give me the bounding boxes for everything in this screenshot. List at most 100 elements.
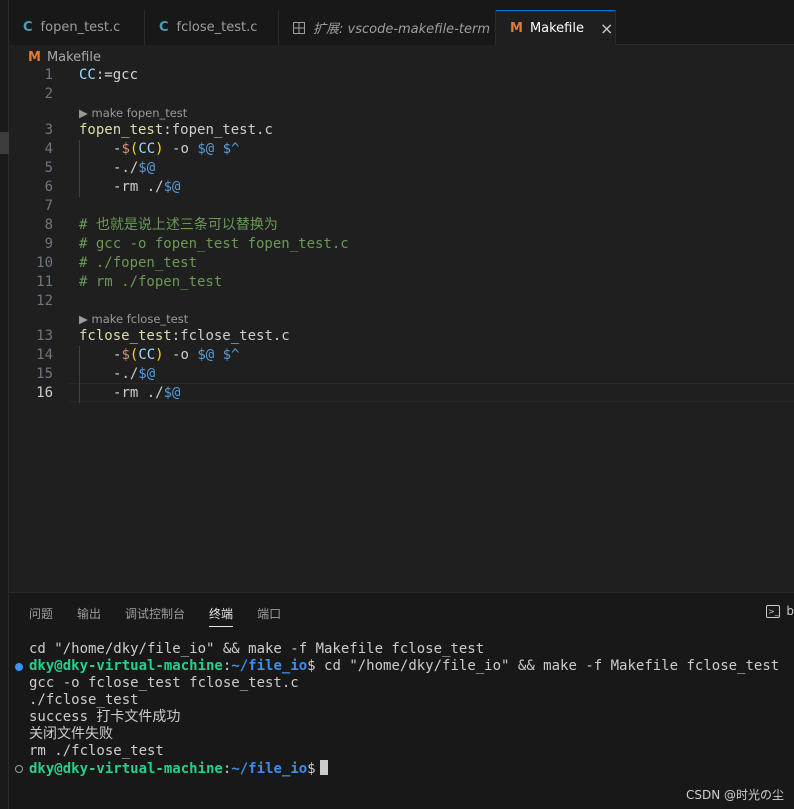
code-line: -$(CC) -o $@ $^: [113, 346, 239, 365]
line-number: 2: [44, 86, 53, 102]
code-comment: # ./fopen_test: [79, 255, 198, 271]
bottom-panel: 问题 输出 调试控制台 终端 端口 >_ b cd "/home/dky/fil…: [9, 592, 794, 809]
token-command: ./: [121, 366, 139, 382]
c-file-icon: C: [159, 20, 169, 35]
terminal-prompt-line: dky@dky-virtual-machine:~/file_io$ cd "/…: [15, 658, 780, 675]
token-variable: CC: [138, 347, 156, 363]
terminal-line: gcc -o fclose_test fclose_test.c: [29, 675, 299, 691]
token-dollar: $: [121, 347, 130, 363]
tab-fopen-test-c[interactable]: C fopen_test.c: [9, 10, 145, 45]
token-autovar: $^: [222, 141, 240, 157]
code-line: CC:=gcc: [79, 66, 138, 85]
terminal-line: ./fclose_test: [29, 692, 139, 708]
editor-tab-bar: C fopen_test.c C fclose_test.c 扩展: vscod…: [9, 0, 794, 45]
token-prereq: fopen_test.c: [171, 122, 273, 138]
terminal-line: 关闭文件失败: [29, 726, 113, 742]
token-autovar: $@: [138, 366, 156, 382]
line-number: 1: [44, 67, 53, 83]
tab-label: 扩展: vscode-makefile-term: [313, 22, 490, 37]
close-icon[interactable]: ×: [600, 19, 613, 38]
code-line: fopen_test:fopen_test.c: [79, 121, 273, 140]
command-status-dot-icon[interactable]: [15, 765, 23, 773]
terminal-output[interactable]: cd "/home/dky/file_io" && make -f Makefi…: [15, 641, 780, 777]
code-comment: # rm ./fopen_test: [79, 274, 223, 290]
tab-makefile[interactable]: M Makefile ×: [496, 10, 616, 45]
command-status-dot-icon[interactable]: [15, 663, 23, 671]
line-number: 14: [36, 347, 53, 363]
c-file-icon: C: [23, 20, 33, 35]
code-comment: # gcc -o fopen_test fopen_test.c: [79, 236, 349, 252]
panel-tabs: 问题 输出 调试控制台 终端 端口: [29, 605, 305, 627]
activity-gutter: [0, 0, 9, 809]
gutter-indicator: [0, 132, 9, 154]
line-number: 8: [44, 217, 53, 233]
line-number: 13: [36, 328, 53, 344]
breadcrumb-file[interactable]: Makefile: [47, 50, 101, 65]
token-autovar: $@: [163, 385, 181, 401]
token-dollar: $: [121, 141, 130, 157]
line-number: 15: [36, 366, 53, 382]
prompt-user: dky@dky-virtual-machine: [29, 761, 223, 777]
token-colon: :: [171, 328, 181, 344]
prompt-user: dky@dky-virtual-machine: [29, 658, 223, 674]
terminal-prompt-line: dky@dky-virtual-machine:~/file_io$: [15, 760, 779, 777]
indent-guide: [79, 140, 80, 197]
prompt-path: ~/file_io: [231, 658, 308, 674]
code-line: -./$@: [113, 365, 155, 384]
token-colon: :: [163, 122, 172, 138]
tab-fclose-test-c[interactable]: C fclose_test.c: [145, 10, 279, 45]
breadcrumb[interactable]: M Makefile: [28, 47, 101, 67]
token-command: rm ./: [121, 385, 164, 401]
token-command: ./: [121, 160, 139, 176]
token-variable: CC: [79, 67, 96, 83]
token-target: fopen_test: [79, 122, 164, 138]
line-number: 11: [36, 274, 53, 290]
line-number: 6: [44, 179, 53, 195]
token-variable: CC: [138, 141, 156, 157]
extension-icon: [293, 21, 305, 34]
line-number: 10: [36, 255, 53, 271]
tab-problems[interactable]: 问题: [29, 605, 53, 627]
terminal-cursor: [319, 760, 328, 775]
token-autovar: $@: [163, 179, 181, 195]
code-line: -rm ./$@: [113, 178, 180, 197]
terminal-line: rm ./fclose_test: [29, 743, 164, 759]
terminal-instance-label: b: [786, 604, 794, 618]
code-lens-make-fclose-test[interactable]: ▶ make fclose_test: [79, 311, 188, 327]
line-number: 5: [44, 160, 53, 176]
token-autovar: $@: [197, 347, 215, 363]
terminal-instance-selector[interactable]: >_ b: [766, 604, 794, 618]
token-option: -o: [163, 141, 198, 157]
tab-label: Makefile: [529, 20, 584, 36]
line-number: 12: [36, 293, 53, 309]
token-autovar: $^: [222, 347, 240, 363]
tab-terminal[interactable]: 终端: [209, 605, 234, 627]
tab-output[interactable]: 输出: [77, 605, 101, 627]
makefile-icon: M: [28, 49, 41, 65]
indent-guide: [79, 346, 80, 403]
tab-debug-console[interactable]: 调试控制台: [125, 605, 185, 627]
code-line: -$(CC) -o $@ $^: [113, 140, 239, 159]
token-paren: ): [155, 141, 164, 157]
prompt-dollar: $: [307, 761, 316, 777]
token-target: fclose_test: [79, 328, 172, 344]
prompt-command: cd "/home/dky/file_io" && make -f Makefi…: [315, 658, 780, 674]
token-autovar: $@: [138, 160, 156, 176]
line-number: 9: [44, 236, 53, 252]
tab-ports[interactable]: 端口: [257, 605, 281, 627]
tab-label: fopen_test.c: [40, 20, 121, 35]
token-option: -o: [163, 347, 198, 363]
line-number: 4: [44, 141, 53, 157]
watermark: CSDN @时光の尘: [685, 788, 784, 802]
code-lens-make-fopen-test[interactable]: ▶ make fopen_test: [79, 105, 187, 121]
token-autovar: $@: [197, 141, 215, 157]
token-paren: ): [155, 347, 164, 363]
code-line-current: -rm ./$@: [113, 384, 180, 403]
prompt-dollar: $: [307, 658, 316, 674]
tab-label: fclose_test.c: [176, 20, 258, 35]
line-number-current: 16: [36, 385, 53, 401]
tab-extension-makefile-term[interactable]: 扩展: vscode-makefile-term: [279, 10, 496, 45]
code-editor[interactable]: 1 2 3 4 5 6 7 8 9 10 11 12 13 14 15 16 C…: [9, 66, 794, 586]
